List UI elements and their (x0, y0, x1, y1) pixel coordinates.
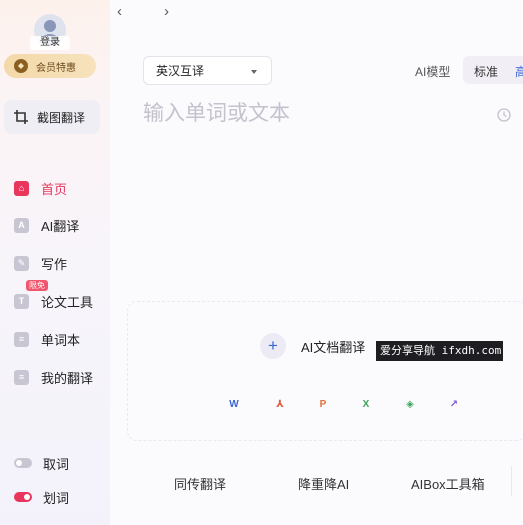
language-pair-value: 英汉互译 (156, 64, 205, 78)
sidebar-item-label: AI翻译 (41, 218, 80, 234)
word-pick-label: 取词 (43, 456, 70, 472)
sidebar-item-label: 我的翻译 (41, 370, 94, 386)
excel-icon: X (362, 398, 370, 410)
vip-offer-label: 会员特惠 (36, 62, 76, 74)
vip-diamond-icon: ◆ (14, 59, 28, 73)
back-icon[interactable]: ‹ (117, 3, 122, 20)
ai-model-label: AI模型 (415, 65, 451, 79)
my-translation-icon: ≡ (14, 369, 29, 385)
forward-icon[interactable]: › (164, 3, 169, 20)
pen-icon: ✎ (14, 255, 29, 271)
chart-icon: ↗ (449, 398, 459, 410)
select-translate-toggle-row[interactable]: 划词 (14, 486, 106, 508)
login-button[interactable]: 登录 (30, 36, 70, 50)
tab-rewrite-ai[interactable]: 降重降AI (298, 474, 349, 493)
history-icon[interactable] (496, 107, 512, 123)
tab-model-high[interactable]: 高 (515, 63, 523, 80)
ai-translate-icon: A (14, 217, 29, 233)
sidebar-item-home[interactable]: ⌂ 首页 (14, 177, 106, 199)
language-pair-select[interactable]: 英汉互译 (143, 56, 272, 85)
pdf-icon: ⅄ (276, 398, 284, 410)
select-translate-toggle[interactable] (14, 492, 32, 502)
chevron-down-icon (251, 70, 257, 74)
tab-model-standard[interactable]: 标准 (474, 63, 498, 80)
sidebar-item-wordbook[interactable]: ≡ 单词本 (14, 328, 106, 350)
wordbook-icon: ≡ (14, 331, 29, 347)
ppt-icon: P (319, 398, 327, 410)
plus-icon: + (260, 333, 286, 359)
sidebar-item-my-translations[interactable]: ≡ 我的翻译 (14, 366, 106, 388)
avatar-head (44, 20, 56, 32)
crop-icon (14, 110, 28, 124)
word-pick-toggle-row[interactable]: 取词 (14, 452, 106, 474)
word-icon: W (229, 398, 239, 410)
sidebar: 登录 ◆ 会员特惠 截图翻译 ⌂ 首页 A AI翻译 ✎ 写作 T 论文工具 限… (0, 0, 110, 525)
image-icon: ◈ (406, 398, 414, 410)
screenshot-translate-label: 截图翻译 (37, 110, 86, 125)
sidebar-item-paper-tools[interactable]: T 论文工具 (14, 290, 106, 312)
tab-aibox-toolbox[interactable]: AIBox工具箱 (411, 474, 485, 493)
model-tabs: 标准 高 (463, 56, 523, 84)
doc-translate-button[interactable]: + AI文档翻译 (260, 333, 365, 359)
text-input[interactable] (143, 97, 483, 131)
paper-tool-icon: T (14, 293, 29, 309)
sidebar-item-label: 写作 (41, 256, 68, 272)
vip-offer-button[interactable]: ◆ 会员特惠 (4, 54, 96, 78)
sidebar-item-writing[interactable]: ✎ 写作 (14, 252, 106, 274)
doc-translate-label: AI文档翻译 (301, 339, 366, 355)
sidebar-item-label: 单词本 (41, 332, 81, 348)
watermark: 爱分享导航 ifxdh.com (376, 341, 503, 361)
doc-translate-card[interactable] (127, 301, 523, 441)
select-translate-label: 划词 (43, 490, 70, 506)
tab-simultaneous-translation[interactable]: 同传翻译 (174, 474, 226, 493)
screenshot-translate-button[interactable]: 截图翻译 (4, 100, 100, 134)
divider (511, 466, 512, 496)
home-icon: ⌂ (14, 180, 29, 196)
word-pick-toggle[interactable] (14, 458, 32, 468)
sidebar-item-label: 首页 (41, 181, 68, 197)
new-badge: 限免 (26, 280, 48, 291)
sidebar-item-ai-translate[interactable]: A AI翻译 (14, 214, 106, 236)
sidebar-item-label: 论文工具 (41, 294, 94, 310)
